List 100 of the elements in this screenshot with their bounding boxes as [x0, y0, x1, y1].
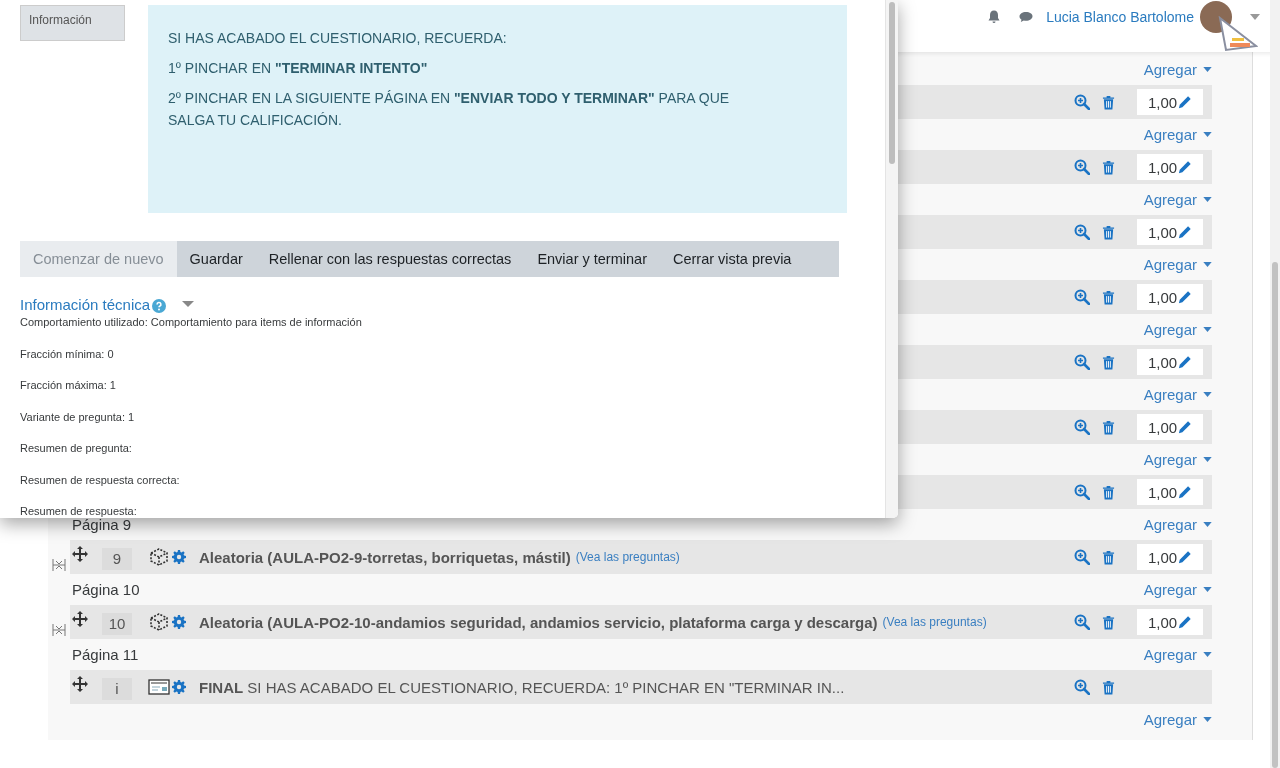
add-dropdown[interactable]: Agregar: [1143, 126, 1212, 143]
dice-icon: [148, 612, 170, 632]
settings-icon[interactable]: [172, 550, 186, 564]
caret-icon: [1203, 587, 1212, 592]
delete-icon[interactable]: [1102, 484, 1115, 500]
max-mark-field[interactable]: 1,00: [1137, 544, 1203, 570]
slot-number: 9: [102, 548, 132, 570]
page-label: Página 9: [72, 516, 132, 533]
settings-icon[interactable]: [172, 680, 186, 694]
caret-icon: [1203, 717, 1212, 722]
pencil-icon: [1178, 225, 1193, 239]
caret-icon[interactable]: [182, 298, 195, 310]
slot-number: 10: [102, 613, 132, 635]
caret-icon: [1203, 652, 1212, 657]
message-text: 2º PINCHAR EN LA SIGUIENTE PÁGINA EN "ENVIAR TODO Y TERMINAR" PARA QUE SALGA TU CALIFICACIÓN.: [168, 89, 731, 130]
delete-icon[interactable]: [1102, 549, 1115, 565]
pencil-icon: [1178, 485, 1193, 499]
pencil-icon: [1178, 615, 1193, 629]
max-mark-field[interactable]: 1,00: [1137, 154, 1203, 180]
pencil-icon: [1178, 355, 1193, 369]
question-info-label: Información: [20, 5, 125, 41]
caret-icon: [1203, 197, 1212, 202]
zoom-in-icon[interactable]: [1074, 549, 1090, 565]
zoom-in-icon[interactable]: [1074, 224, 1090, 240]
technical-info-text: Comportamiento utilizado: Comportamiento para items de información: [20, 315, 363, 330]
pencil-icon: [1178, 420, 1193, 434]
delete-icon[interactable]: [1102, 614, 1115, 630]
add-dropdown[interactable]: Agregar: [1143, 516, 1212, 533]
technical-info-text: Resumen de pregunta:: [20, 441, 133, 456]
question-title: Aleatoria (AULA-PO2-10-andamios seguridad, andamios servicio, plataforma carga y descarga): [199, 613, 878, 631]
zoom-in-icon[interactable]: [1074, 614, 1090, 630]
delete-icon[interactable]: [1102, 159, 1115, 175]
add-dropdown[interactable]: Agregar: [1143, 646, 1212, 663]
delete-icon[interactable]: [1102, 679, 1115, 695]
delete-icon[interactable]: [1102, 224, 1115, 240]
add-dropdown[interactable]: Agregar: [1143, 256, 1212, 273]
chat-icon[interactable]: [1018, 9, 1035, 25]
zoom-in-icon[interactable]: [1074, 679, 1090, 695]
message-text: SI HAS ACABADO EL CUESTIONARIO, RECUERDA:: [168, 29, 508, 48]
caret-icon: [1203, 327, 1212, 332]
settings-icon[interactable]: [172, 615, 186, 629]
page-label: Página 10: [72, 581, 140, 598]
pencil-icon: [1178, 95, 1193, 109]
slot-number: i: [102, 678, 132, 700]
scrollbar[interactable]: [1270, 0, 1280, 768]
question-title: Aleatoria (AULA-PO2-9-torretas, borriquetas, mástil): [199, 548, 571, 566]
delete-icon[interactable]: [1102, 419, 1115, 435]
delete-icon[interactable]: [1102, 94, 1115, 110]
add-dropdown[interactable]: Agregar: [1143, 321, 1212, 338]
view-questions-link[interactable]: (Vea las preguntas): [882, 615, 987, 629]
zoom-in-icon[interactable]: [1074, 354, 1090, 370]
move-icon[interactable]: [72, 611, 88, 627]
caret-icon: [1203, 262, 1212, 267]
max-mark-field[interactable]: 1,00: [1137, 89, 1203, 115]
help-icon[interactable]: [152, 298, 167, 313]
zoom-in-icon[interactable]: [1074, 419, 1090, 435]
question-title: FINAL SI HAS ACABADO EL CUESTIONARIO, RECUERDA: 1º PINCHAR EN "TERMINAR IN...: [199, 678, 845, 696]
zoom-in-icon[interactable]: [1074, 159, 1090, 175]
add-dropdown[interactable]: Agregar: [1143, 451, 1212, 468]
max-mark-field[interactable]: 1,00: [1137, 609, 1203, 635]
zoom-in-icon[interactable]: [1074, 484, 1090, 500]
page-join-icon[interactable]: [52, 623, 66, 637]
delete-icon[interactable]: [1102, 354, 1115, 370]
add-dropdown[interactable]: Agregar: [1143, 61, 1212, 78]
max-mark-field[interactable]: 1,00: [1137, 349, 1203, 375]
technical-info-text: Fracción mínima: 0: [20, 346, 115, 362]
page-label: Página 11: [72, 646, 139, 663]
caret-icon: [1203, 132, 1212, 137]
add-dropdown[interactable]: Agregar: [1143, 711, 1212, 728]
technical-info-text: Fracción máxima: 1: [20, 378, 117, 393]
pencil-icon: [1178, 550, 1193, 564]
view-questions-link[interactable]: (Vea las preguntas): [575, 550, 680, 564]
technical-info-text: Resumen de respuesta correcta:: [20, 472, 181, 488]
add-dropdown[interactable]: Agregar: [1143, 581, 1212, 598]
user-name-link[interactable]: Lucia Blanco Bartolome: [1046, 9, 1194, 25]
zoom-in-icon[interactable]: [1074, 94, 1090, 110]
caret-icon: [1203, 67, 1212, 72]
delete-icon[interactable]: [1102, 289, 1115, 305]
caret-icon: [1203, 522, 1212, 527]
max-mark-field[interactable]: 1,00: [1137, 219, 1203, 245]
technical-info-text: Resumen de respuesta:: [20, 504, 138, 518]
move-icon[interactable]: [72, 676, 88, 692]
zoom-in-icon[interactable]: [1074, 289, 1090, 305]
scrollbar[interactable]: [885, 0, 898, 518]
pencil-icon: [1178, 160, 1193, 174]
page-join-icon[interactable]: [52, 558, 66, 572]
add-dropdown[interactable]: Agregar: [1143, 191, 1212, 208]
caret-icon[interactable]: [1250, 14, 1260, 20]
max-mark-field[interactable]: 1,00: [1137, 479, 1203, 505]
max-mark-field[interactable]: 1,00: [1137, 284, 1203, 310]
pencil-icon: [1178, 290, 1193, 304]
caret-icon: [1203, 457, 1212, 462]
document-card-icon: [148, 677, 170, 697]
add-dropdown[interactable]: Agregar: [1143, 386, 1212, 403]
dice-icon: [148, 547, 170, 567]
move-icon[interactable]: [72, 546, 88, 562]
technical-info-link[interactable]: Información técnica: [20, 295, 151, 313]
technical-info-text: Variante de pregunta: 1: [20, 409, 136, 425]
max-mark-field[interactable]: 1,00: [1137, 414, 1203, 440]
message-text: 1º PINCHAR EN "TERMINAR INTENTO": [168, 59, 429, 78]
